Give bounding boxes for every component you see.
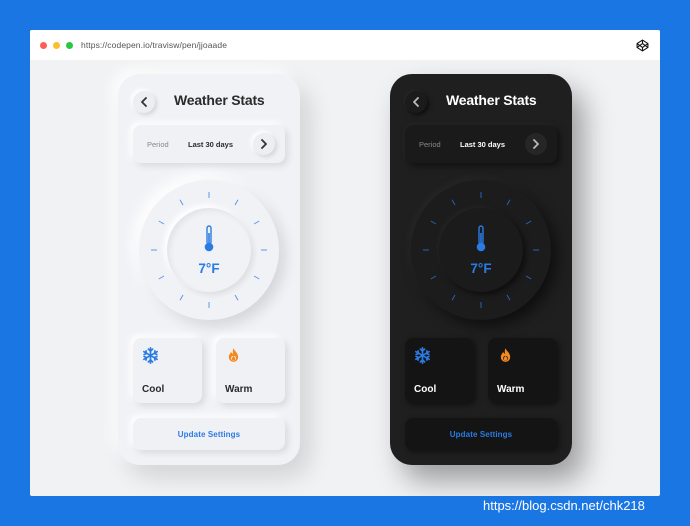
dial-tick — [525, 275, 532, 280]
chevron-left-icon — [413, 97, 419, 107]
chevron-right-icon — [261, 139, 267, 149]
dial-tick — [430, 275, 437, 280]
minimize-window-button[interactable] — [53, 42, 60, 49]
chevron-right-icon — [533, 139, 539, 149]
dial-tick — [158, 220, 165, 225]
light-theme-card: Weather Stats Period Last 30 days 7°F Co… — [118, 74, 300, 465]
dial-tick — [253, 275, 260, 280]
dial-tick — [234, 199, 239, 206]
warm-mode-button[interactable]: Warm — [216, 338, 285, 403]
page-title: Weather Stats — [446, 92, 537, 108]
back-button[interactable] — [133, 91, 155, 113]
temperature-readout: 7°F — [198, 261, 220, 276]
next-period-button[interactable] — [525, 133, 547, 155]
period-value: Last 30 days — [460, 140, 506, 149]
dial-tick — [451, 294, 456, 301]
back-button[interactable] — [405, 91, 427, 113]
warm-label: Warm — [225, 384, 253, 395]
period-selector: Period Last 30 days — [405, 125, 557, 163]
flame-icon — [500, 348, 511, 362]
maximize-window-button[interactable] — [66, 42, 73, 49]
warm-mode-button[interactable]: Warm — [488, 338, 557, 403]
period-selector: Period Last 30 days — [133, 125, 285, 163]
thermometer-icon — [204, 225, 214, 252]
flame-icon — [228, 348, 239, 362]
dial-tick — [158, 275, 165, 280]
cool-label: Cool — [142, 384, 165, 395]
cool-mode-button[interactable]: Cool — [405, 338, 474, 403]
dark-theme-card: Weather Stats Period Last 30 days 7°F Co… — [390, 74, 572, 465]
cool-mode-button[interactable]: Cool — [133, 338, 202, 403]
snowflake-icon — [143, 347, 158, 364]
temperature-readout: 7°F — [470, 261, 492, 276]
temperature-dial[interactable]: 7°F — [411, 180, 551, 320]
update-settings-button[interactable]: Update Settings — [405, 418, 557, 450]
dial-tick — [253, 220, 260, 225]
temperature-dial[interactable]: 7°F — [139, 180, 279, 320]
dial-tick — [506, 294, 511, 301]
browser-chrome: https://codepen.io/travisw/pen/jjoaade — [30, 30, 660, 60]
cool-label: Cool — [414, 384, 437, 395]
thermometer-icon — [476, 225, 486, 252]
address-bar[interactable]: https://codepen.io/travisw/pen/jjoaade — [81, 40, 227, 50]
dial-tick — [525, 220, 532, 225]
chevron-left-icon — [141, 97, 147, 107]
browser-window: https://codepen.io/travisw/pen/jjoaade W… — [30, 30, 660, 496]
period-label: Period — [419, 140, 441, 149]
next-period-button[interactable] — [253, 133, 275, 155]
dial-tick — [430, 220, 437, 225]
close-window-button[interactable] — [40, 42, 47, 49]
dial-tick — [234, 294, 239, 301]
codepen-icon[interactable] — [636, 39, 649, 52]
page-title: Weather Stats — [174, 92, 265, 108]
watermark-text: https://blog.csdn.net/chk218 — [483, 498, 645, 513]
snowflake-icon — [415, 347, 430, 364]
update-settings-button[interactable]: Update Settings — [133, 418, 285, 450]
period-label: Period — [147, 140, 169, 149]
dial-tick — [179, 199, 184, 206]
period-value: Last 30 days — [188, 140, 234, 149]
dial-tick — [506, 199, 511, 206]
warm-label: Warm — [497, 384, 525, 395]
dial-tick — [451, 199, 456, 206]
dial-tick — [179, 294, 184, 301]
